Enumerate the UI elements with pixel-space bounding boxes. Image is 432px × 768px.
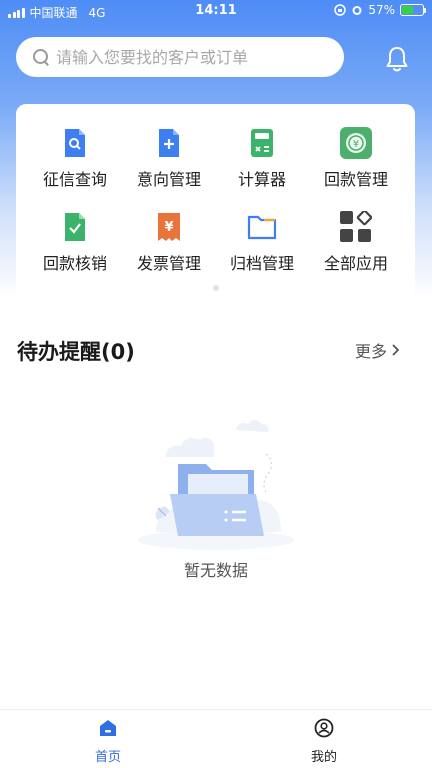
invoice-icon: ¥ [152,210,186,244]
battery-percent: 57% [368,3,395,17]
alarm-icon [352,6,362,15]
app-label: 征信查询 [42,170,107,189]
home-icon [100,720,116,736]
todo-title: 待办提醒(0) [17,340,135,364]
app-label: 回款管理 [323,170,388,189]
app-label: 回款核销 [42,254,107,273]
all-apps-icon [339,210,373,244]
battery-icon [400,4,426,16]
calculator-icon [245,126,279,160]
app-calculator[interactable]: 计算器 [212,126,312,190]
status-bar: 中国联通 4G 14:11 57% [0,0,432,22]
empty-folder-illustration [138,420,294,550]
app-credit-query[interactable]: 征信查询 [25,126,125,190]
empty-state-text: 暂无数据 [183,561,248,580]
tab-label: 我的 [310,750,337,765]
bell-icon[interactable] [382,44,412,74]
credit-search-icon [58,126,92,160]
tab-bar: 首页 我的 [0,709,432,768]
app-label: 归档管理 [229,254,294,273]
app-label: 意向管理 [136,170,201,189]
apps-card: 征信查询 意向管理 计算器 ¥ 回款管理 回款核销 ¥ 发票管理 归档管理 全部… [16,104,415,300]
app-label: 全部应用 [323,254,388,273]
add-document-icon [152,126,186,160]
tab-profile[interactable]: 我的 [284,718,364,765]
more-label: 更多 [355,342,388,361]
app-all-apps[interactable]: 全部应用 [306,210,406,274]
check-document-icon [58,210,92,244]
search-icon [32,48,50,66]
app-payment-management[interactable]: ¥ 回款管理 [306,126,406,190]
tab-home[interactable]: 首页 [68,718,148,765]
search-input[interactable] [56,47,316,67]
app-label: 计算器 [237,170,286,189]
folder-icon [245,210,279,244]
svg-text:¥: ¥ [353,139,359,150]
app-invoice-management[interactable]: ¥ 发票管理 [119,210,219,274]
app-label: 发票管理 [136,254,201,273]
lock-rotation-icon [334,4,347,16]
more-link[interactable]: 更多 [355,338,400,362]
app-archive-management[interactable]: 归档管理 [212,210,312,274]
tab-label: 首页 [94,750,121,765]
svg-text:¥: ¥ [164,220,173,235]
search-bar[interactable] [16,37,344,77]
page-indicator [213,285,219,291]
chevron-right-icon [392,344,400,356]
app-intent-management[interactable]: 意向管理 [119,126,219,190]
app-payment-writeoff[interactable]: 回款核销 [25,210,125,274]
payment-icon: ¥ [339,126,373,160]
profile-icon [314,718,334,738]
